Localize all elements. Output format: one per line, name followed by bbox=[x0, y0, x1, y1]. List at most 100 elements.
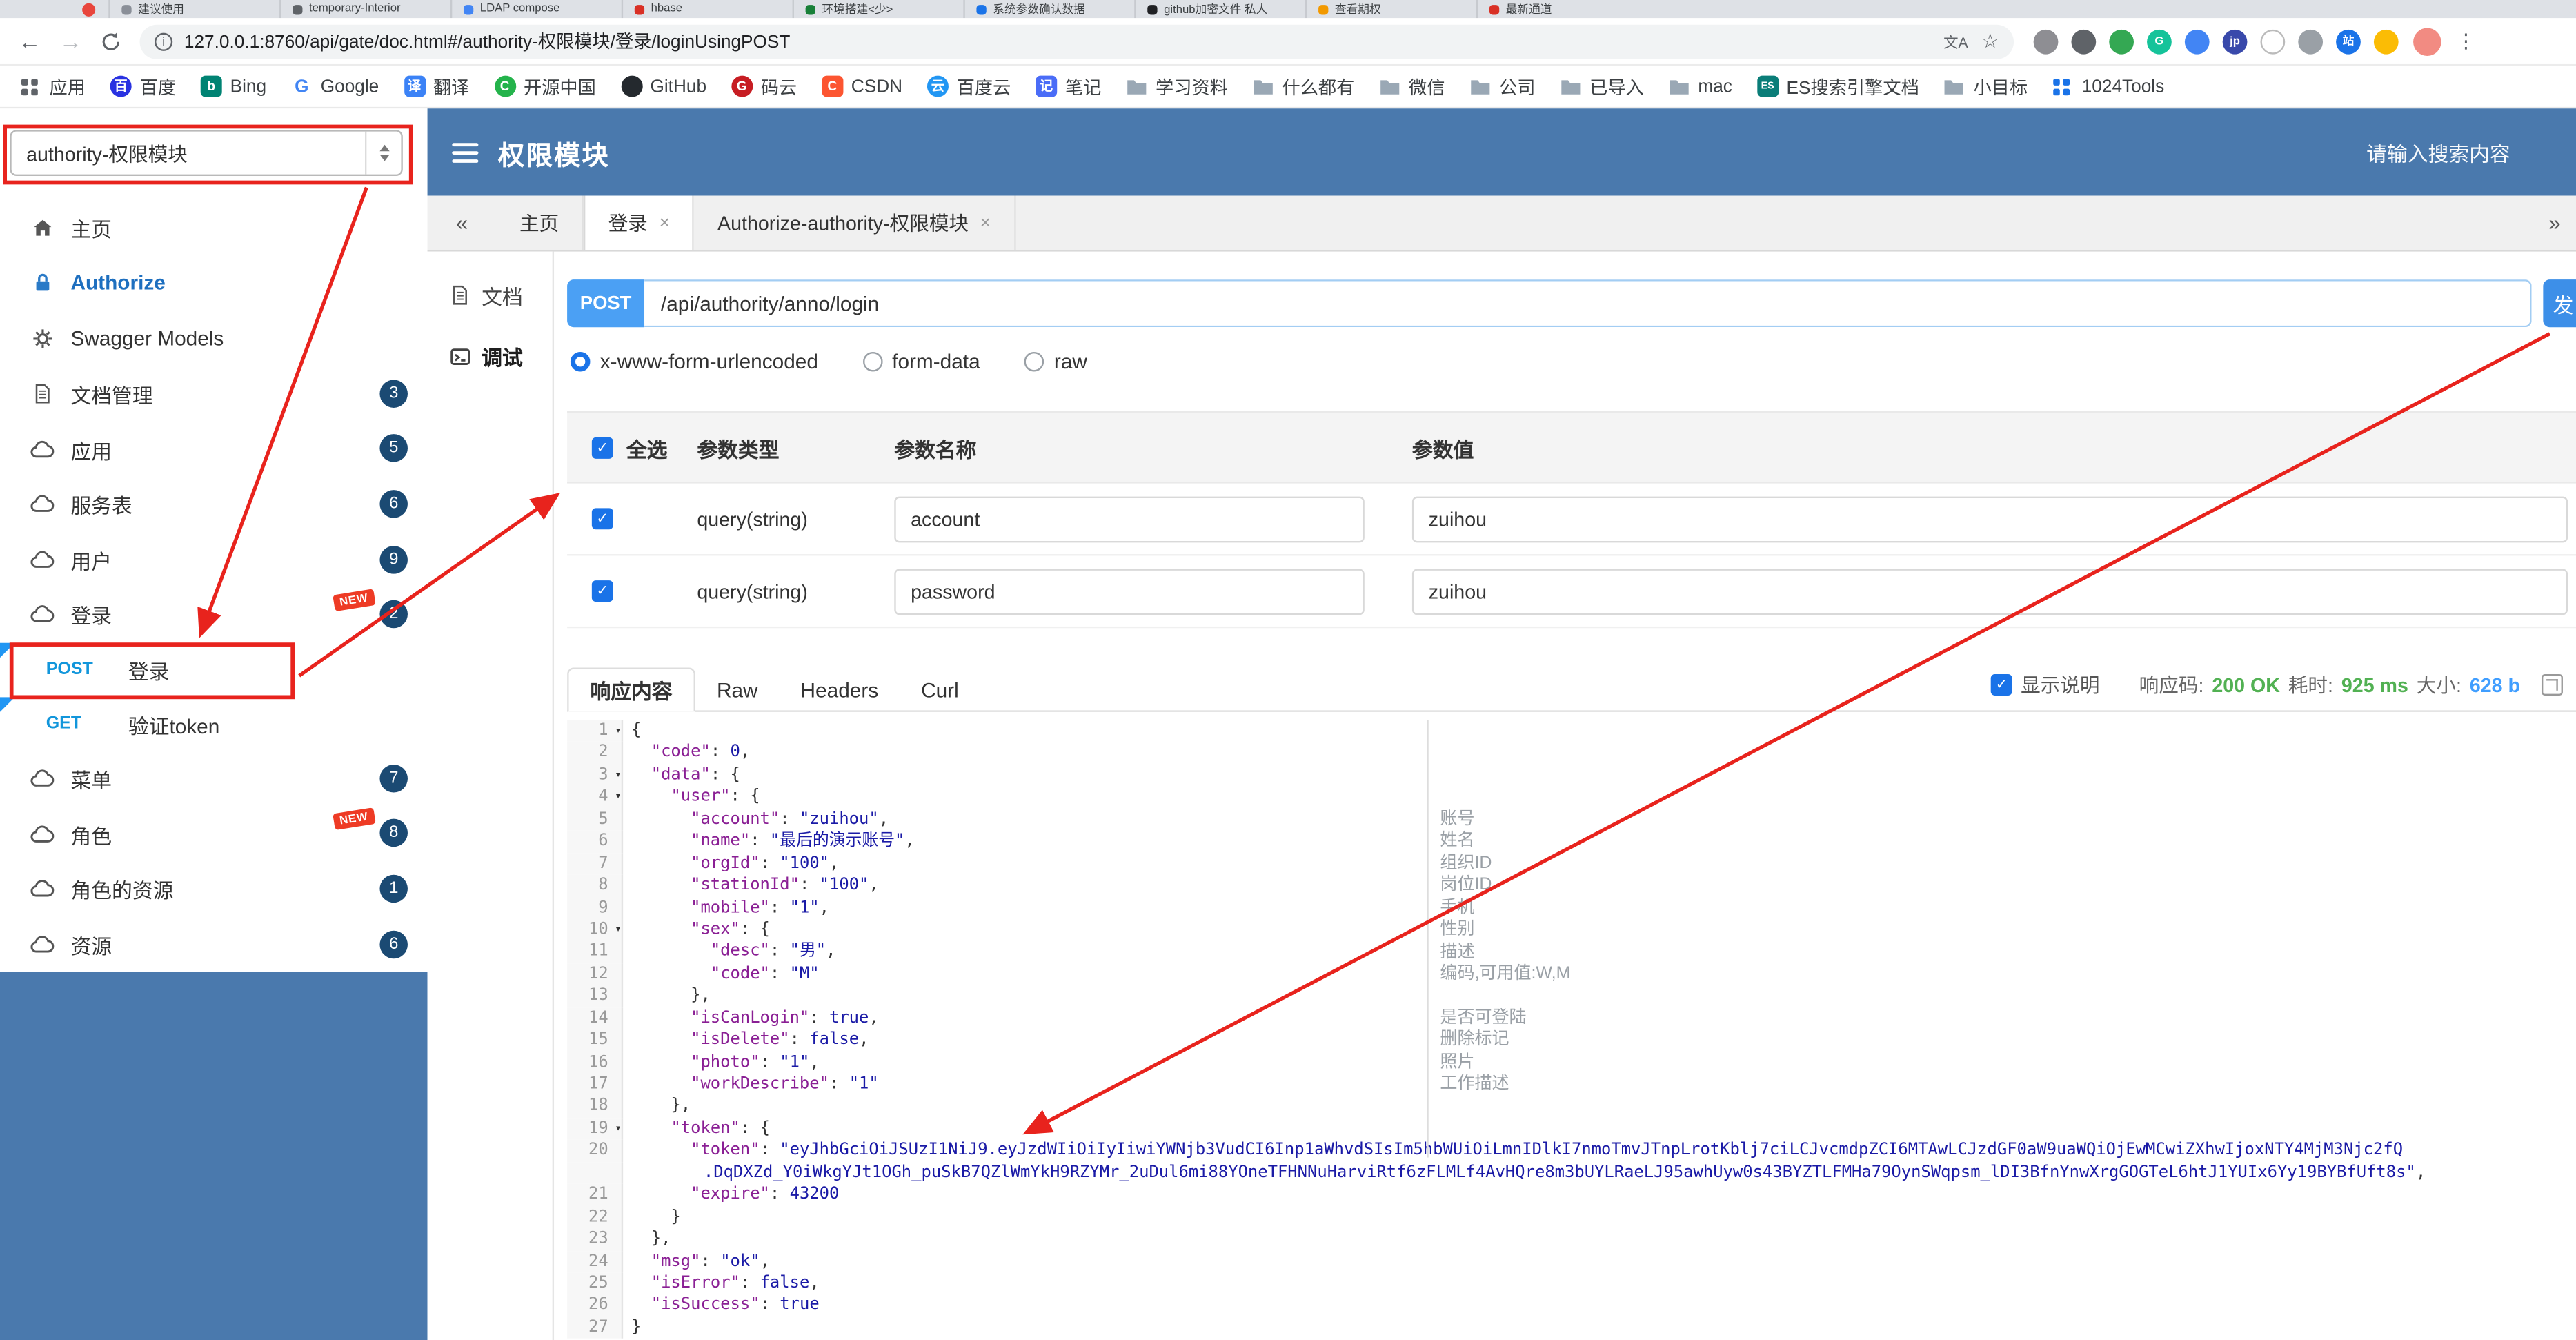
content-tab[interactable]: Authorize-authority-权限模块 × bbox=[695, 195, 1015, 250]
bookmark-item[interactable]: 译翻译 bbox=[404, 73, 469, 99]
bookmark-item[interactable]: G 码云 bbox=[731, 73, 797, 99]
line-number[interactable]: 1 ▾ bbox=[567, 720, 624, 742]
browser-tab[interactable]: 查看期权 bbox=[1305, 0, 1476, 19]
sidebar-item-应用[interactable]: 应用 5 bbox=[0, 422, 428, 477]
sidebar-item-Authorize[interactable]: Authorize bbox=[0, 256, 428, 311]
browser-tab[interactable]: 建议使用 bbox=[108, 0, 279, 19]
nav-item-调试[interactable]: 调试 bbox=[428, 326, 553, 386]
body-type-option[interactable]: form-data bbox=[862, 351, 980, 373]
bookmark-item[interactable]: ES ES搜索引擎文档 bbox=[1756, 73, 1919, 99]
select-all-checkbox[interactable]: ✓ bbox=[591, 436, 613, 458]
browser-tab[interactable]: github加密文件 私人 bbox=[1134, 0, 1305, 19]
bookmark-item[interactable]: C CSDN bbox=[821, 75, 902, 97]
header-search-input[interactable]: 请输入搜索内容 bbox=[2366, 137, 2510, 168]
profile-avatar[interactable] bbox=[2413, 27, 2441, 55]
line-number[interactable]: 7 bbox=[567, 852, 624, 875]
bookmark-item[interactable]: 公司 bbox=[1469, 73, 1535, 99]
line-number[interactable]: 23 bbox=[567, 1228, 624, 1251]
tabs-scroll-left-icon[interactable]: « bbox=[428, 196, 497, 250]
extension-icon[interactable]: G bbox=[2147, 28, 2172, 54]
sidebar-item-用户[interactable]: 用户 9 bbox=[0, 532, 428, 587]
line-number[interactable]: 16 bbox=[567, 1052, 624, 1074]
response-tab-Curl[interactable]: Curl bbox=[900, 667, 980, 711]
module-select[interactable]: authority-权限模块 bbox=[10, 130, 403, 176]
sidebar-item-主页[interactable]: 主页 bbox=[0, 201, 428, 256]
bookmark-item[interactable]: 云百度云 bbox=[927, 73, 1011, 99]
fold-arrow-icon[interactable]: ▾ bbox=[615, 720, 621, 742]
line-number[interactable]: 14 bbox=[567, 1007, 624, 1029]
line-number[interactable]: 17 bbox=[567, 1074, 624, 1096]
browser-tab[interactable]: 最新通道 bbox=[1476, 0, 1647, 19]
extension-icon[interactable] bbox=[2184, 28, 2210, 54]
row-checkbox[interactable]: ✓ bbox=[591, 580, 613, 602]
param-name-input[interactable]: password bbox=[894, 568, 1365, 615]
body-type-option[interactable]: raw bbox=[1024, 351, 1087, 373]
browser-menu-icon[interactable]: ⋮ bbox=[2456, 31, 2476, 51]
sidebar-item-服务表[interactable]: 服务表 6 bbox=[0, 477, 428, 532]
line-number[interactable]: 19 ▾ bbox=[567, 1118, 624, 1141]
line-number[interactable]: 9 bbox=[567, 896, 624, 919]
line-number[interactable]: 21 bbox=[567, 1184, 624, 1207]
line-number[interactable]: 25 bbox=[567, 1272, 624, 1295]
line-number[interactable]: 11 bbox=[567, 940, 624, 963]
close-tab-icon[interactable]: × bbox=[660, 213, 670, 233]
bookmark-item[interactable]: GitHub bbox=[620, 75, 706, 97]
line-number[interactable]: 26 bbox=[567, 1294, 624, 1317]
bookmark-item[interactable]: 什么都有 bbox=[1253, 73, 1354, 99]
bookmark-item[interactable]: 微信 bbox=[1379, 73, 1445, 99]
line-number[interactable]: 6 bbox=[567, 830, 624, 853]
bookmark-item[interactable]: 小目标 bbox=[1944, 73, 2028, 99]
tabs-scroll-right-icon[interactable]: » bbox=[2533, 196, 2576, 250]
bookmark-item[interactable]: 1024Tools bbox=[2052, 77, 2164, 96]
fold-arrow-icon[interactable]: ▾ bbox=[615, 919, 621, 941]
bookmark-item[interactable]: b Bing bbox=[200, 75, 266, 97]
browser-tab[interactable]: hbase bbox=[621, 0, 793, 19]
content-tab[interactable]: 登录 × bbox=[583, 195, 695, 250]
extension-icon[interactable] bbox=[2260, 28, 2286, 54]
forward-button[interactable]: → bbox=[59, 30, 82, 52]
line-number[interactable]: 3 ▾ bbox=[567, 764, 624, 787]
line-number[interactable]: 18 bbox=[567, 1096, 624, 1119]
line-number[interactable]: 5 bbox=[567, 808, 624, 831]
hamburger-menu-icon[interactable] bbox=[452, 142, 479, 162]
extension-icon[interactable]: 站 bbox=[2336, 28, 2361, 54]
bookmark-item[interactable]: 学习资料 bbox=[1126, 73, 1228, 99]
fold-arrow-icon[interactable]: ▾ bbox=[615, 787, 621, 809]
radio-form-data[interactable] bbox=[862, 351, 882, 372]
extension-icon[interactable] bbox=[2071, 28, 2097, 54]
response-tab-Raw[interactable]: Raw bbox=[695, 667, 780, 711]
line-number[interactable]: 27 bbox=[567, 1317, 624, 1339]
fold-arrow-icon[interactable]: ▾ bbox=[615, 765, 621, 787]
sidebar-api-post-登录[interactable]: POST 登录 bbox=[0, 642, 428, 697]
send-button[interactable]: 发 bbox=[2543, 279, 2576, 328]
param-value-input[interactable]: zuihou bbox=[1411, 495, 2568, 542]
extension-icon[interactable] bbox=[2033, 28, 2059, 54]
browser-tab[interactable]: 环境搭建<少> bbox=[792, 0, 964, 19]
sidebar-item-菜单[interactable]: 菜单 7 bbox=[0, 751, 428, 806]
sidebar-item-资源[interactable]: 资源 6 bbox=[0, 917, 428, 972]
body-type-option[interactable]: x-www-form-urlencoded bbox=[570, 351, 818, 373]
radio-x-www-form-urlencoded[interactable] bbox=[570, 351, 591, 372]
response-tab-Headers[interactable]: Headers bbox=[780, 667, 900, 711]
expand-icon[interactable] bbox=[2541, 673, 2563, 696]
bookmark-item[interactable]: G Google bbox=[291, 77, 379, 97]
line-number[interactable]: 15 bbox=[567, 1029, 624, 1052]
back-button[interactable]: ← bbox=[18, 30, 41, 52]
browser-tab[interactable]: 系统参数确认数据 bbox=[963, 0, 1134, 19]
sidebar-item-角色[interactable]: 角色 NEW 8 bbox=[0, 806, 428, 861]
sidebar-item-文档管理[interactable]: 文档管理 3 bbox=[0, 366, 428, 422]
row-checkbox[interactable]: ✓ bbox=[591, 508, 613, 530]
nav-item-文档[interactable]: 文档 bbox=[428, 265, 553, 326]
line-number[interactable]: 13 bbox=[567, 985, 624, 1007]
line-number[interactable]: 22 bbox=[567, 1206, 624, 1229]
bookmark-item[interactable]: 已导入 bbox=[1560, 73, 1644, 99]
line-number[interactable]: 24 bbox=[567, 1250, 624, 1273]
bookmark-item[interactable]: mac bbox=[1668, 77, 1732, 96]
select-spinner-icon[interactable] bbox=[365, 131, 401, 175]
bookmark-item[interactable]: 应用 bbox=[20, 73, 86, 99]
sidebar-item-角色的资源[interactable]: 角色的资源 1 bbox=[0, 861, 428, 916]
bookmark-item[interactable]: 百百度 bbox=[110, 73, 176, 99]
response-tab-响应内容[interactable]: 响应内容 bbox=[567, 667, 696, 712]
bookmark-item[interactable]: 记笔记 bbox=[1036, 73, 1101, 99]
sidebar-item-Swagger Models[interactable]: Swagger Models bbox=[0, 311, 428, 366]
